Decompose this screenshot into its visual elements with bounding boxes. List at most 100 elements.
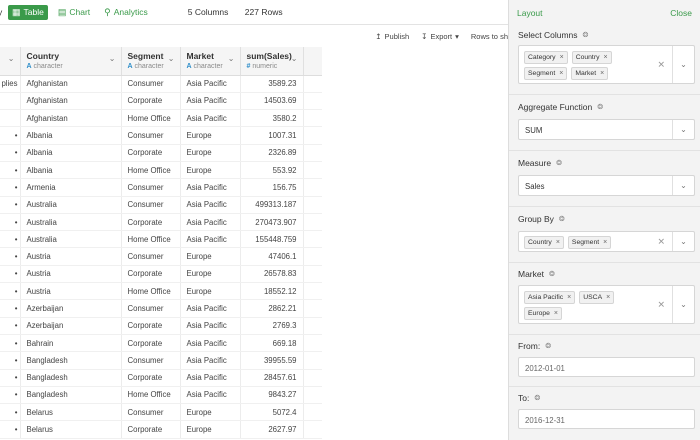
tab-chart[interactable]: ▤ Chart [54, 5, 94, 20]
publish-button[interactable]: ↥ Publish [375, 32, 409, 41]
table-cell[interactable]: Corporate [121, 144, 181, 162]
table-cell[interactable]: Bangladesh [20, 386, 122, 405]
export-button[interactable]: ↧ Export ▾ [421, 32, 459, 41]
table-cell[interactable]: Corporate [121, 92, 181, 111]
table-cell[interactable]: Austria [20, 282, 122, 301]
remove-chip-icon[interactable]: × [606, 294, 610, 301]
remove-chip-icon[interactable]: × [567, 294, 571, 301]
table-cell[interactable]: Asia Pacific [180, 75, 241, 93]
table-cell[interactable]: 39955.59 [240, 351, 304, 370]
clear-icon[interactable]: ✕ [657, 59, 665, 70]
table-cell[interactable]: Azerbaijan [20, 299, 122, 318]
remove-chip-icon[interactable]: × [604, 54, 608, 61]
table-cell[interactable]: Bangladesh [20, 351, 122, 370]
from-date-input[interactable]: 2012-01-01 [518, 357, 695, 377]
table-cell[interactable]: Australia [20, 196, 122, 214]
table-cell[interactable]: Afghanistan [20, 75, 122, 93]
table-cell[interactable]: Home Office [121, 282, 181, 301]
clear-icon[interactable]: ✕ [657, 299, 665, 310]
table-cell[interactable]: • [0, 420, 21, 439]
table-cell[interactable]: 669.18 [240, 334, 304, 353]
help-icon[interactable]: ❂ [597, 103, 603, 111]
table-cell[interactable]: Asia Pacific [180, 386, 241, 405]
table-cell[interactable]: 499313.187 [240, 196, 304, 214]
table-cell[interactable]: • [0, 196, 21, 214]
table-cell[interactable]: Bahrain [20, 334, 122, 353]
table-cell[interactable]: Afghanistan [20, 109, 122, 128]
chevron-down-icon[interactable]: ⌄ [291, 54, 298, 63]
chevron-down-icon[interactable]: ⌄ [672, 176, 694, 195]
table-cell[interactable]: Home Office [121, 161, 181, 180]
remove-chip-icon[interactable]: × [560, 54, 564, 61]
column-header-category[interactable]: ⌄ [0, 47, 21, 76]
table-cell[interactable]: 3580.2 [240, 109, 304, 128]
table-cell[interactable]: Asia Pacific [180, 196, 241, 214]
help-icon[interactable]: ❂ [534, 394, 540, 402]
column-header-segment[interactable]: Segment A character ⌄ [121, 47, 181, 76]
column-header-country[interactable]: Country A character ⌄ [20, 47, 122, 76]
table-cell[interactable]: • [0, 161, 21, 180]
table-cell[interactable]: 26578.83 [240, 265, 304, 284]
table-cell[interactable]: Corporate [121, 369, 181, 387]
chevron-down-icon[interactable]: ⌄ [672, 286, 694, 323]
help-icon[interactable]: ❂ [559, 215, 565, 223]
chevron-down-icon[interactable]: ⌄ [672, 46, 694, 83]
table-cell[interactable]: 553.92 [240, 161, 304, 180]
table-cell[interactable]: Consumer [121, 178, 181, 197]
table-cell[interactable]: • [0, 144, 21, 162]
measure-select[interactable]: Sales ⌄ [518, 175, 695, 196]
table-cell[interactable]: • [0, 334, 21, 353]
table-cell[interactable]: 18552.12 [240, 282, 304, 301]
table-cell[interactable]: • [0, 247, 21, 266]
table-cell[interactable]: 28457.61 [240, 369, 304, 387]
table-cell[interactable]: 155448.759 [240, 230, 304, 249]
chevron-down-icon[interactable]: ⌄ [672, 232, 694, 251]
table-cell[interactable]: Europe [180, 144, 241, 162]
table-cell[interactable]: • [0, 178, 21, 197]
table-cell[interactable]: 2769.3 [240, 317, 304, 335]
help-icon[interactable]: ❂ [545, 342, 551, 350]
table-cell[interactable] [0, 109, 21, 128]
close-link[interactable]: Close [670, 8, 692, 18]
table-cell[interactable]: Corporate [121, 213, 181, 232]
table-cell[interactable]: Corporate [121, 420, 181, 439]
table-cell[interactable]: 47406.1 [240, 247, 304, 266]
table-cell[interactable] [0, 92, 21, 111]
column-header-market[interactable]: Market A character ⌄ [180, 47, 241, 76]
table-cell[interactable]: Asia Pacific [180, 178, 241, 197]
table-cell[interactable]: • [0, 403, 21, 422]
chevron-down-icon[interactable]: ⌄ [168, 54, 175, 63]
remove-chip-icon[interactable]: × [559, 70, 563, 77]
group-by-field[interactable]: Country × Segment × ✕ ⌄ [518, 231, 695, 252]
clear-icon[interactable]: ✕ [657, 236, 665, 247]
table-cell[interactable]: Consumer [121, 351, 181, 370]
table-cell[interactable]: Europe [180, 420, 241, 439]
table-cell[interactable]: Corporate [121, 317, 181, 335]
table-cell[interactable]: Belarus [20, 403, 122, 422]
column-header-sum-sales[interactable]: sum(Sales) # numeric ⌄ [240, 47, 304, 76]
table-cell[interactable]: Consumer [121, 247, 181, 266]
table-cell[interactable]: • [0, 317, 21, 335]
table-cell[interactable]: Austria [20, 247, 122, 266]
help-icon[interactable]: ❂ [583, 31, 589, 39]
table-cell[interactable]: 270473.907 [240, 213, 304, 232]
table-cell[interactable]: Asia Pacific [180, 109, 241, 128]
table-cell[interactable]: 2326.89 [240, 144, 304, 162]
table-cell[interactable]: Europe [180, 265, 241, 284]
table-cell[interactable]: Asia Pacific [180, 213, 241, 232]
table-cell[interactable]: Afghanistan [20, 92, 122, 111]
table-cell[interactable]: 2627.97 [240, 420, 304, 439]
help-icon[interactable]: ❂ [549, 270, 555, 278]
table-cell[interactable]: • [0, 299, 21, 318]
table-cell[interactable]: • [0, 282, 21, 301]
table-cell[interactable]: Consumer [121, 196, 181, 214]
select-columns-field[interactable]: Category × Country × Segment × Market × ✕ ⌄ [518, 45, 695, 84]
aggregate-function-select[interactable]: SUM ⌄ [518, 119, 695, 140]
table-cell[interactable]: Asia Pacific [180, 230, 241, 249]
table-cell[interactable]: 1007.31 [240, 126, 304, 145]
table-cell[interactable]: Consumer [121, 299, 181, 318]
table-cell[interactable]: • [0, 230, 21, 249]
table-cell[interactable]: 9843.27 [240, 386, 304, 405]
table-cell[interactable]: Australia [20, 230, 122, 249]
to-date-input[interactable]: 2016-12-31 [518, 409, 695, 429]
